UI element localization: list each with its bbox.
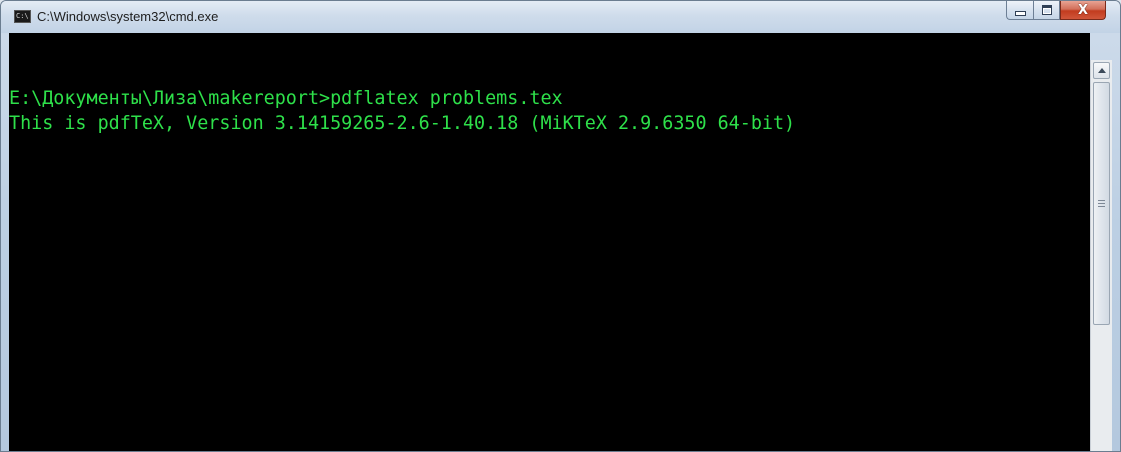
grip-icon	[1098, 200, 1105, 207]
title-bar[interactable]: C:\ C:\Windows\system32\cmd.exe X	[1, 1, 1120, 33]
minimize-button[interactable]	[1006, 1, 1033, 20]
maximize-button[interactable]	[1033, 1, 1060, 20]
close-button[interactable]: X	[1060, 1, 1106, 20]
cmd-icon[interactable]: C:\	[14, 10, 31, 23]
minimize-icon	[1014, 11, 1026, 16]
arrow-up-icon	[1097, 68, 1106, 73]
console-line: E:\Документы\Лиза\makereport>pdflatex pr…	[9, 88, 563, 109]
maximize-icon	[1041, 5, 1052, 15]
console-output[interactable]: E:\Документы\Лиза\makereport>pdflatex pr…	[9, 33, 1090, 451]
caption-buttons: X	[1006, 1, 1106, 21]
scroll-thumb[interactable]	[1093, 82, 1110, 325]
console-line: This is pdfTeX, Version 3.14159265-2.6-1…	[9, 113, 796, 134]
close-icon: X	[1077, 2, 1089, 18]
scroll-up-button[interactable]	[1093, 62, 1110, 79]
window-title: C:\Windows\system32\cmd.exe	[37, 9, 219, 24]
vertical-scrollbar[interactable]	[1090, 60, 1112, 451]
cmd-window: C:\ C:\Windows\system32\cmd.exe X E:\Док…	[0, 0, 1121, 452]
